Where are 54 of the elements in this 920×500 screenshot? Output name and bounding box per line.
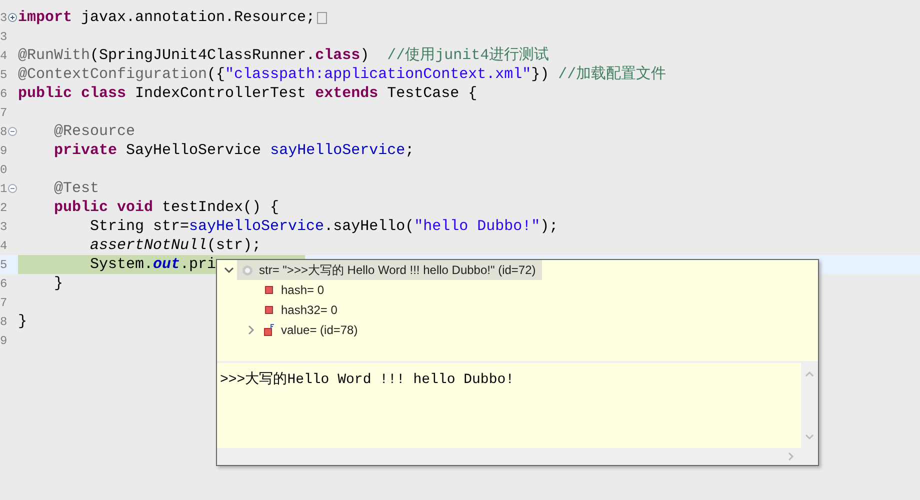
code-line: String str=sayHelloService.sayHello("hello Dubbo!"); <box>89 219 558 234</box>
expand-icon[interactable] <box>8 13 18 22</box>
field-icon <box>265 306 273 314</box>
tree-item[interactable]: value= (id=78) <box>259 320 364 340</box>
code-line: } <box>18 314 28 329</box>
line-number: 5 <box>0 258 8 270</box>
line-number: 4 <box>0 240 8 252</box>
object-icon <box>242 264 252 276</box>
collapse-icon[interactable] <box>8 184 18 193</box>
line-number: 6 <box>0 88 8 100</box>
line-number: 7 <box>0 106 8 118</box>
code-line: public void testIndex() { <box>53 200 280 215</box>
line-number: 5 <box>0 68 8 80</box>
code-line: @ContextConfiguration({"classpath:applicationContext.xml"}) //加载配置文件 <box>18 67 666 82</box>
line-number: 8 <box>0 316 8 328</box>
code-line: @RunWith(SpringJUnit4ClassRunner.class) //使用junit4进行测试 <box>18 48 550 63</box>
code-line: import javax.annotation.Resource; <box>18 10 316 25</box>
code-line: System.out.pri <box>89 257 216 272</box>
collapse-icon[interactable] <box>8 127 18 136</box>
folded-code-icon[interactable] <box>317 12 328 24</box>
line-number: 7 <box>0 296 8 308</box>
line-number: 3 <box>0 12 8 24</box>
code-line: assertNotNull(str); <box>89 238 262 253</box>
line-number: 6 <box>0 278 8 290</box>
final-field-icon <box>264 324 274 336</box>
chevron-down-icon[interactable] <box>224 266 234 274</box>
scroll-right-icon[interactable] <box>788 452 794 461</box>
field-icon <box>265 286 273 294</box>
scroll-up-icon[interactable] <box>805 371 814 377</box>
code-line: } <box>53 276 64 291</box>
variable-label: value= (id=78) <box>281 322 358 339</box>
tree-item[interactable]: hash= 0 <box>259 280 330 300</box>
line-number: 2 <box>0 202 8 214</box>
code-line: @Test <box>53 181 100 196</box>
line-number: 1 <box>0 182 8 194</box>
tree-item[interactable]: str= ">>>大写的 Hello Word !!! hello Dubbo!" (id=72) <box>237 260 542 280</box>
variable-label: hash32= 0 <box>281 302 338 319</box>
line-number: 0 <box>0 164 8 176</box>
code-line: @Resource <box>53 124 136 139</box>
tree-item[interactable]: hash32= 0 <box>259 300 344 320</box>
chevron-right-icon[interactable] <box>248 325 254 335</box>
variable-label: hash= 0 <box>281 282 324 299</box>
scroll-down-icon[interactable] <box>805 434 814 440</box>
code-line: private SayHelloService sayHelloService; <box>53 143 414 158</box>
line-number: 9 <box>0 334 8 346</box>
variable-label: str= ">>>大写的 Hello Word !!! hello Dubbo!" (id=72) <box>259 262 536 279</box>
detail-pane[interactable]: >>>大写的Hello Word !!! hello Dubbo! <box>217 363 801 448</box>
line-number: 8 <box>0 126 8 138</box>
line-number: 3 <box>0 30 8 42</box>
line-number: 9 <box>0 144 8 156</box>
line-number: 4 <box>0 50 8 62</box>
detail-text: >>>大写的Hello Word !!! hello Dubbo! <box>220 372 514 388</box>
code-line: public class IndexControllerTest extends TestCase { <box>18 86 478 101</box>
line-number: 3 <box>0 220 8 232</box>
